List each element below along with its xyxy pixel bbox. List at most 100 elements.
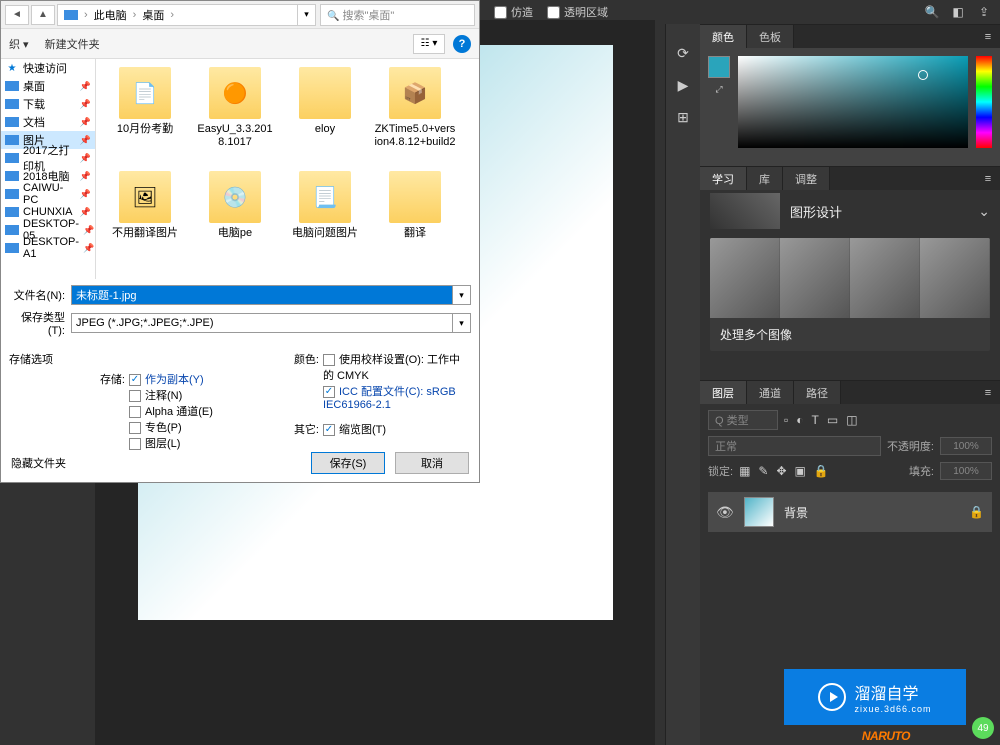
filetype-select[interactable]: JPEG (*.JPG;*.JPEG;*.JPE) xyxy=(71,313,453,333)
prefs-sim[interactable]: 仿造 xyxy=(494,4,533,20)
layer-kind-dropdown[interactable]: Q 类型 xyxy=(708,410,778,430)
view-mode-button[interactable]: ☷ ▾ xyxy=(413,34,445,54)
prefs-transparent[interactable]: 透明区域 xyxy=(547,4,608,20)
sidebar-item[interactable]: DESKTOP-A1📌 xyxy=(1,239,95,257)
checkbox-transparent[interactable] xyxy=(547,6,560,19)
nav-back-button[interactable]: ◄ xyxy=(5,5,29,25)
file-item[interactable]: 📦ZKTime5.0+version4.8.12+build2 xyxy=(372,65,458,165)
folder-icon: 📦 xyxy=(389,67,441,119)
checkbox-thumbnail[interactable] xyxy=(323,424,335,436)
chevron-down-icon[interactable]: ⌄ xyxy=(978,203,990,220)
checkbox-as-copy[interactable] xyxy=(129,374,141,386)
history-icon[interactable]: ⟳ xyxy=(673,44,693,62)
checkbox-sim[interactable] xyxy=(494,6,507,19)
opacity-value[interactable]: 100% xyxy=(940,437,992,455)
watermark: 溜溜自学 zixue.3d66.com xyxy=(784,669,966,725)
filter-pixel-icon[interactable]: ▫ xyxy=(784,413,788,427)
filename-dropdown-button[interactable]: ▾ xyxy=(453,285,471,305)
breadcrumb-part[interactable]: 桌面 xyxy=(142,7,164,23)
file-item[interactable]: 🟠EasyU_3.3.2018.1017 xyxy=(192,65,278,165)
notification-badge[interactable]: 49 xyxy=(972,717,994,739)
nav-up-button[interactable]: ▲ xyxy=(31,5,55,25)
filter-smart-icon[interactable]: ◫ xyxy=(846,413,857,427)
learn-card-image xyxy=(710,238,990,318)
sidebar-item[interactable]: 下载📌 xyxy=(1,95,95,113)
filename-input[interactable]: 未标题-1.jpg xyxy=(71,285,453,305)
lock-label: 锁定: xyxy=(708,463,733,479)
organize-menu[interactable]: 织 ▾ xyxy=(9,36,29,52)
file-item[interactable]: 📄10月份考勤 xyxy=(102,65,188,165)
filter-text-icon[interactable]: T xyxy=(812,413,819,427)
file-item[interactable]: 🖼不用翻译图片 xyxy=(102,169,188,269)
tab-color[interactable]: 颜色 xyxy=(700,25,747,48)
file-grid[interactable]: 📄10月份考勤🟠EasyU_3.3.2018.1017eloy📦ZKTime5.… xyxy=(96,59,479,279)
lock-all-icon[interactable]: 🔒 xyxy=(814,464,829,478)
learn-section-thumb xyxy=(710,193,780,229)
share-icon[interactable]: ⇪ xyxy=(976,4,992,20)
blend-mode-dropdown[interactable]: 正常 xyxy=(708,436,881,456)
new-folder-button[interactable]: 新建文件夹 xyxy=(45,36,100,52)
tab-learn[interactable]: 学习 xyxy=(700,167,747,190)
path-dropdown-button[interactable]: ▾ xyxy=(298,4,316,26)
file-item[interactable]: 📃电脑问题图片 xyxy=(282,169,368,269)
checkbox-icc[interactable] xyxy=(323,386,335,398)
color-field[interactable] xyxy=(738,56,968,148)
tab-library[interactable]: 库 xyxy=(747,167,783,190)
save-button[interactable]: 保存(S) xyxy=(311,452,385,474)
hide-folders-toggle[interactable]: 隐藏文件夹 xyxy=(11,455,301,471)
tab-paths[interactable]: 路径 xyxy=(794,381,841,404)
tab-channels[interactable]: 通道 xyxy=(747,381,794,404)
properties-icon[interactable]: ⊞ xyxy=(673,108,693,126)
tab-adjust[interactable]: 调整 xyxy=(783,167,830,190)
breadcrumb-part[interactable]: 此电脑 xyxy=(94,7,127,23)
filter-adjust-icon[interactable]: ◐ xyxy=(796,413,803,427)
workspace-icon[interactable]: ◧ xyxy=(950,4,966,20)
help-icon[interactable]: ? xyxy=(453,35,471,53)
chevron-right-icon: › xyxy=(84,9,88,21)
color-cursor[interactable] xyxy=(918,70,928,80)
layer-thumbnail[interactable] xyxy=(744,497,774,527)
visibility-eye-icon[interactable]: 👁 xyxy=(716,504,734,521)
tab-layers[interactable]: 图层 xyxy=(700,381,747,404)
file-item[interactable]: 翻译 xyxy=(372,169,458,269)
lock-icon[interactable]: 🔒 xyxy=(969,505,984,519)
filetype-dropdown-button[interactable]: ▾ xyxy=(453,313,471,333)
storage-options-header: 存储选项 xyxy=(9,351,273,367)
fill-value[interactable]: 100% xyxy=(940,462,992,480)
filter-shape-icon[interactable]: ▭ xyxy=(827,413,838,427)
checkbox-annotations[interactable] xyxy=(129,390,141,402)
sidebar-item[interactable]: CAIWU-PC📌 xyxy=(1,185,95,203)
checkbox-layers[interactable] xyxy=(129,438,141,450)
chevron-right-icon: › xyxy=(170,9,174,21)
checkbox-proof[interactable] xyxy=(323,354,335,366)
hue-slider[interactable] xyxy=(976,56,992,148)
pin-icon: 📌 xyxy=(83,225,94,236)
checkbox-spot[interactable] xyxy=(129,422,141,434)
sidebar-item[interactable]: 2017之打印机📌 xyxy=(1,149,95,167)
search-input[interactable]: 搜索"桌面" xyxy=(320,4,475,26)
layer-row[interactable]: 👁 背景 🔒 xyxy=(708,492,992,532)
panel-menu-icon[interactable]: ≡ xyxy=(976,25,1000,48)
learn-card[interactable]: 处理多个图像 xyxy=(710,238,990,351)
file-item[interactable]: eloy xyxy=(282,65,368,165)
search-icon[interactable]: 🔍 xyxy=(924,4,940,20)
panel-menu-icon[interactable]: ≡ xyxy=(976,381,1000,404)
sidebar-item[interactable]: 文档📌 xyxy=(1,113,95,131)
swap-colors-icon[interactable]: ⤢ xyxy=(708,84,730,95)
foreground-color-swatch[interactable] xyxy=(708,56,730,78)
sidebar-item[interactable]: 桌面📌 xyxy=(1,77,95,95)
pin-icon: 📌 xyxy=(80,135,91,146)
lock-move-icon[interactable]: ✥ xyxy=(776,464,786,478)
tab-swatches[interactable]: 色板 xyxy=(747,25,794,48)
learn-section-title: 图形设计 xyxy=(790,202,842,221)
lock-artboard-icon[interactable]: ▣ xyxy=(795,464,806,478)
breadcrumb[interactable]: › 此电脑 › 桌面 › xyxy=(57,4,298,26)
cancel-button[interactable]: 取消 xyxy=(395,452,469,474)
lock-brush-icon[interactable]: ✎ xyxy=(758,464,768,478)
checkbox-alpha[interactable] xyxy=(129,406,141,418)
file-item[interactable]: 💿电脑pe xyxy=(192,169,278,269)
play-icon[interactable]: ▶ xyxy=(673,76,693,94)
sidebar-quick-access[interactable]: ★ 快速访问 xyxy=(1,59,95,77)
lock-transparent-icon[interactable]: ▦ xyxy=(739,464,750,478)
panel-menu-icon[interactable]: ≡ xyxy=(976,167,1000,190)
